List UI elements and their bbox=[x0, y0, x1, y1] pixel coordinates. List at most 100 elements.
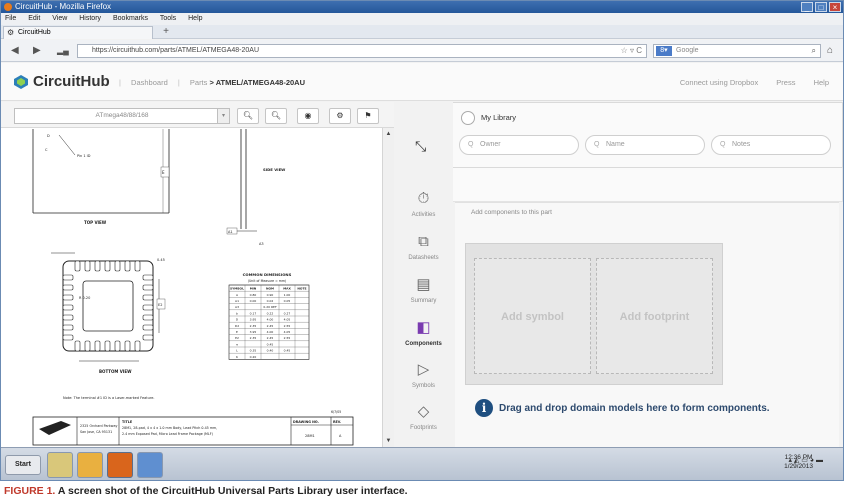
search-placeholder: Google bbox=[676, 47, 699, 54]
table-cell: 0.20 REF bbox=[263, 305, 277, 309]
table-header-cell: NOM bbox=[266, 287, 274, 291]
menu-file[interactable]: File bbox=[5, 15, 16, 22]
package-pad bbox=[62, 314, 74, 321]
part-select-value: ATmega48/88/168 bbox=[95, 112, 149, 119]
settings-button[interactable]: ⚙ bbox=[329, 108, 351, 124]
firefox-window: CircuitHub - Mozilla Firefox _ □ × File … bbox=[0, 0, 844, 481]
package-pad bbox=[104, 340, 111, 352]
viewer-scrollbar[interactable]: ▲ ▼ bbox=[382, 128, 394, 447]
scroll-down-icon[interactable]: ▼ bbox=[384, 437, 393, 445]
tab-circuithub[interactable]: ⚙ CircuitHub bbox=[3, 26, 153, 39]
explorer-icon[interactable] bbox=[47, 452, 73, 478]
breadcrumb-dashboard[interactable]: Dashboard bbox=[131, 78, 168, 87]
owner-placeholder: Owner bbox=[480, 141, 501, 148]
table-cell: 0.22 bbox=[267, 311, 274, 315]
table-cell: 1.00 bbox=[284, 293, 291, 297]
table-cell: 0.90 bbox=[267, 293, 274, 297]
caption-text: A screen shot of the CircuitHub Universa… bbox=[55, 485, 408, 497]
package-pad bbox=[142, 334, 154, 341]
menu-edit[interactable]: Edit bbox=[28, 15, 40, 22]
nav-datasheets[interactable]: ⧉ Datasheets bbox=[395, 233, 452, 261]
notes-search-input[interactable]: Q Notes bbox=[711, 135, 831, 155]
table-cell: 0.27 bbox=[284, 311, 291, 315]
window-titlebar: CircuitHub - Mozilla Firefox _ □ × bbox=[1, 1, 843, 13]
side-view-label: SIDE VIEW bbox=[263, 167, 286, 172]
press-link[interactable]: Press bbox=[776, 78, 795, 87]
info-icon: i bbox=[475, 399, 493, 417]
circuithub-logo[interactable]: CircuitHub bbox=[13, 73, 110, 91]
new-tab-button[interactable]: + bbox=[157, 26, 175, 38]
drawing-no: 28M1 bbox=[305, 434, 315, 438]
flag-button[interactable]: ⚑ bbox=[357, 108, 379, 124]
scroll-up-icon[interactable]: ▲ bbox=[384, 130, 393, 138]
top-view-label: TOP VIEW bbox=[84, 220, 107, 225]
start-button[interactable]: Start bbox=[5, 455, 41, 475]
top-view: E Pin 1 ID D C TOP VIEW bbox=[32, 129, 170, 225]
datasheet-icon: ⧉ bbox=[418, 233, 429, 250]
add-footprint-slot[interactable]: Add footprint bbox=[596, 258, 713, 374]
summary-icon: ▤ bbox=[416, 276, 431, 293]
fit-view-button[interactable]: ◉ bbox=[297, 108, 319, 124]
package-pad bbox=[74, 260, 81, 272]
url-bar[interactable]: https://circuithub.com/parts/ATMEL/ATMEG… bbox=[77, 44, 647, 58]
gear-icon: ⚙ bbox=[7, 28, 15, 37]
menu-view[interactable]: View bbox=[52, 15, 67, 22]
drawing-date: 6/7/05 bbox=[331, 410, 341, 414]
menu-bookmarks[interactable]: Bookmarks bbox=[113, 15, 148, 22]
component-drop-zone[interactable]: Add symbol Add footprint bbox=[465, 243, 723, 385]
back-arrow-icon[interactable]: ◀ bbox=[11, 45, 19, 56]
table-cell: 0.02 bbox=[267, 299, 274, 303]
signal-icon: ▂▄ bbox=[57, 46, 69, 55]
table-cell: 0.45 bbox=[267, 342, 274, 346]
name-search-input[interactable]: Q Name bbox=[585, 135, 705, 155]
expand-icon[interactable]: ⤡ bbox=[415, 138, 426, 155]
menu-tools[interactable]: Tools bbox=[160, 15, 176, 22]
nav-footprints[interactable]: ◇ Footprints bbox=[395, 403, 452, 431]
package-drawing: E Pin 1 ID D C TOP VIEW SIDE VIEW A1 A3 bbox=[32, 129, 354, 446]
part-select[interactable]: ATmega48/88/168 ▾ bbox=[14, 108, 230, 124]
header-links: Connect using Dropbox Press Help bbox=[664, 78, 829, 87]
table-cell: 2.55 bbox=[284, 336, 291, 340]
package-pad bbox=[142, 314, 154, 321]
bookmark-star-icon[interactable]: ☆ ▿ C bbox=[621, 45, 642, 57]
close-button[interactable]: × bbox=[829, 2, 841, 12]
nav-summary[interactable]: ▤ Summary bbox=[395, 276, 452, 304]
nav-components[interactable]: ◧ Components bbox=[395, 319, 452, 347]
zoom-out-button[interactable]: 🔍︎ bbox=[265, 108, 287, 124]
help-link[interactable]: Help bbox=[814, 78, 829, 87]
owner-search-input[interactable]: Q Owner bbox=[459, 135, 579, 155]
logo-text: CircuitHub bbox=[33, 73, 110, 90]
company-address-2: San Jose, CA 95131 bbox=[80, 430, 112, 434]
breadcrumb-parts[interactable]: Parts bbox=[190, 78, 208, 87]
home-icon[interactable]: ⌂ bbox=[827, 45, 833, 56]
menu-help[interactable]: Help bbox=[188, 15, 202, 22]
table-cell: D2 bbox=[235, 324, 239, 328]
search-icon[interactable]: ⌕ bbox=[812, 45, 816, 57]
my-library-title: My Library bbox=[481, 113, 517, 122]
taskbar-clock[interactable]: 12:36 PM 1/29/2013 bbox=[784, 453, 813, 471]
minimize-button[interactable]: _ bbox=[801, 2, 813, 12]
tab-strip: ⚙ CircuitHub + bbox=[1, 25, 843, 39]
table-cell: 4.05 bbox=[284, 318, 291, 322]
package-pad bbox=[142, 324, 154, 331]
package-pad bbox=[124, 260, 131, 272]
my-library-toggle[interactable]: My Library bbox=[461, 111, 516, 125]
add-symbol-slot[interactable]: Add symbol bbox=[474, 258, 591, 374]
firefox-taskbar-icon[interactable] bbox=[107, 452, 133, 478]
google-engine-icon[interactable]: 8▾ bbox=[656, 46, 672, 56]
nav-symbols[interactable]: ▷ Symbols bbox=[395, 361, 452, 389]
folder-icon[interactable] bbox=[77, 452, 103, 478]
media-icon[interactable] bbox=[137, 452, 163, 478]
search-bar[interactable]: 8▾ Google ⌕ bbox=[653, 44, 821, 58]
nav-activities-label: Activities bbox=[411, 212, 436, 218]
nav-activities[interactable]: ⏱ Activities bbox=[395, 190, 452, 218]
tab-label: CircuitHub bbox=[18, 29, 51, 36]
dropbox-connect-link[interactable]: Connect using Dropbox bbox=[680, 78, 758, 87]
maximize-button[interactable]: □ bbox=[815, 2, 827, 12]
menu-history[interactable]: History bbox=[79, 15, 101, 22]
gear-icon: ⚙ bbox=[336, 111, 344, 120]
zoom-in-button[interactable]: 🔍︎ bbox=[237, 108, 259, 124]
forward-arrow-icon[interactable]: ▶ bbox=[33, 45, 41, 56]
table-cell: 2.55 bbox=[284, 324, 291, 328]
target-icon: ◉ bbox=[304, 111, 312, 120]
